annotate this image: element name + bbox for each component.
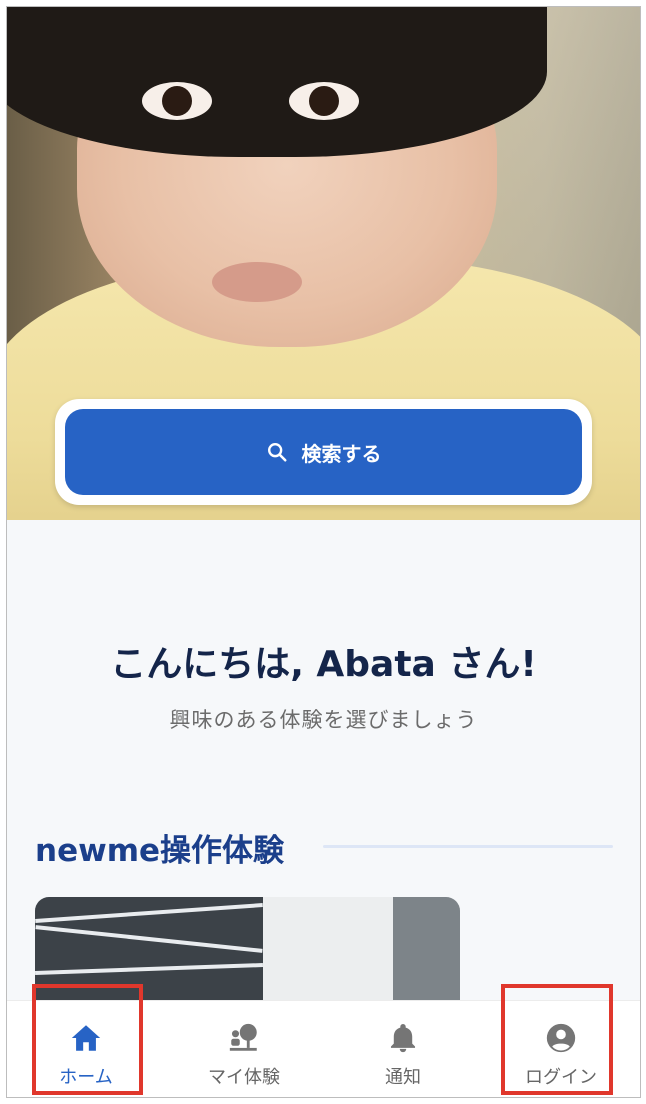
nav-home[interactable]: ホーム [21, 1001, 151, 1097]
hero-photo-eye [142, 82, 212, 120]
search-button[interactable]: 検索する [65, 409, 582, 495]
nav-my-experience[interactable]: マイ体験 [179, 1001, 309, 1097]
greeting-subtitle: 興味のある体験を選びましょう [169, 708, 478, 732]
search-container: 検索する [55, 399, 592, 505]
section-title: newme操作体験 [35, 833, 285, 869]
app-screen: 検索する こんにちは, Abata さん! 興味のある体験を選びましょう new… [6, 6, 641, 1098]
nav-login[interactable]: ログイン [496, 1001, 626, 1097]
nav-login-label: ログイン [525, 1067, 597, 1088]
nav-notifications[interactable]: 通知 [338, 1001, 468, 1097]
hero-photo-mouth [212, 262, 302, 302]
bottom-navigation: ホーム マイ体験 通知 ログイン [7, 1000, 640, 1097]
bell-icon [390, 1023, 416, 1053]
home-icon [71, 1025, 101, 1051]
my-experience-icon [229, 1023, 257, 1051]
search-icon [267, 443, 287, 462]
search-button-label: 検索する [301, 441, 382, 466]
account-circle-icon [546, 1023, 576, 1053]
section-divider [323, 845, 613, 848]
hero-photo-eye [289, 82, 359, 120]
nav-my-experience-label: マイ体験 [208, 1067, 280, 1088]
hero-banner: 検索する [7, 7, 640, 520]
nav-notifications-label: 通知 [385, 1067, 421, 1088]
greeting-title: こんにちは, Abata さん! [110, 644, 537, 685]
nav-home-label: ホーム [59, 1067, 113, 1088]
